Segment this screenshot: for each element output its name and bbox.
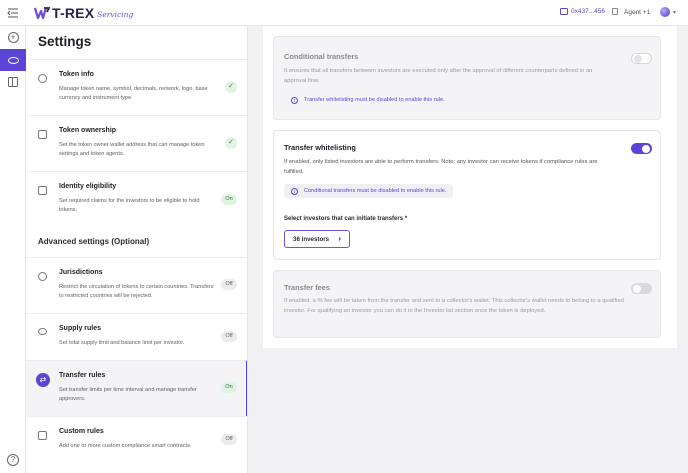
item-title: Supply rules [59, 325, 102, 332]
info-note: i Transfer whitelisting must be disabled… [284, 93, 452, 107]
wallet-icon [560, 8, 568, 15]
plus-circle-icon: + [7, 31, 19, 43]
status-badge: Off [221, 434, 237, 445]
settings-item-identity-eligibility[interactable]: Identity eligibility Set required claims… [26, 171, 247, 227]
item-desc: Add one or more custom compliance smart … [59, 443, 192, 449]
check-icon: ✓ [225, 81, 237, 93]
transfer-whitelisting-toggle[interactable] [631, 143, 652, 154]
card-desc: If enabled, a % fee will be taken from t… [284, 298, 624, 314]
top-bar: T-REX Servicing 0x437...456 Agent +1 ▾ [0, 0, 688, 26]
button-label: 36 investors [293, 235, 330, 243]
info-note: i Conditional transfers must be disabled… [284, 184, 454, 198]
settings-item-custom-rules[interactable]: Custom rules Add one or more custom comp… [26, 416, 247, 473]
status-badge: On [221, 194, 237, 205]
item-title: Custom rules [59, 428, 104, 435]
check-icon: ✓ [225, 137, 237, 149]
advanced-settings-heading: Advanced settings (Optional) [38, 237, 150, 246]
swap-arrows-icon: ⇄ [36, 373, 50, 387]
item-desc: Set transfer limits per time interval an… [59, 387, 197, 402]
item-title: Identity eligibility [59, 183, 117, 190]
wallet-address-text: 0x437...456 [571, 8, 605, 15]
gear-icon [38, 74, 47, 83]
info-icon: i [291, 187, 298, 195]
collapse-menu-icon[interactable] [6, 6, 20, 20]
coins-icon [38, 328, 47, 335]
item-desc: Restrict the circulation of tokens to ce… [59, 284, 214, 299]
conditional-transfers-card: Conditional transfers It ensures that al… [273, 36, 661, 120]
transfer-whitelisting-card: Transfer whitelisting If enabled, only l… [273, 130, 661, 260]
chevron-down-icon[interactable]: ▾ [673, 9, 676, 16]
left-rail: + ? [0, 26, 26, 473]
copy-icon[interactable] [612, 8, 618, 15]
settings-item-token-ownership[interactable]: Token ownership Set the token owner wall… [26, 115, 247, 171]
info-text: Conditional transfers must be disabled t… [304, 188, 447, 194]
card-title: Transfer fees [284, 283, 331, 292]
layout-icon [8, 77, 18, 87]
card-desc: It ensures that all transfers between in… [284, 68, 593, 84]
item-desc: Set required claims for the investors to… [59, 198, 200, 213]
rail-dashboard-button[interactable] [0, 71, 26, 93]
item-title: Transfer rules [59, 372, 106, 379]
item-desc: Manage token name, symbol, decimals, net… [59, 86, 208, 101]
brand-name: T-REX [52, 5, 95, 21]
id-card-icon [38, 130, 47, 139]
status-badge: Off [221, 279, 237, 290]
calendar-icon [38, 186, 47, 195]
conditional-transfers-toggle[interactable] [631, 53, 652, 64]
document-icon [38, 431, 47, 440]
field-label: Select investors that can initiate trans… [284, 216, 408, 222]
card-title: Conditional transfers [284, 52, 359, 61]
transfer-fees-card: Transfer fees If enabled, a % fee will b… [273, 270, 661, 338]
item-desc: Set the token owner wallet address that … [59, 142, 205, 157]
item-desc: Set total supply limit and balance limit… [59, 340, 185, 346]
help-icon[interactable]: ? [7, 454, 19, 466]
info-text: Transfer whitelisting must be disabled t… [304, 97, 445, 103]
item-title: Token info [59, 71, 94, 78]
transfer-fees-toggle[interactable] [631, 283, 652, 294]
toggle-knob [633, 54, 642, 63]
status-badge: On [221, 382, 237, 393]
toggle-knob [642, 144, 650, 153]
wallet-address[interactable]: 0x437...456 [560, 8, 605, 15]
rail-tokens-button[interactable] [0, 49, 26, 71]
toggle-knob [633, 284, 641, 293]
coins-icon [7, 56, 19, 64]
settings-item-jurisdictions[interactable]: Jurisdictions Restrict the circulation o… [26, 257, 247, 313]
info-icon: i [291, 96, 298, 104]
settings-item-transfer-rules[interactable]: ⇄ Transfer rules Set transfer limits per… [26, 360, 247, 416]
rail-add-button[interactable]: + [0, 26, 26, 48]
brand-logo[interactable]: T-REX Servicing [34, 5, 133, 21]
status-badge: Off [221, 331, 237, 342]
avatar[interactable] [660, 7, 670, 17]
chevron-right-icon: › [338, 234, 341, 243]
trex-logo-icon [34, 7, 50, 20]
settings-item-supply-rules[interactable]: Supply rules Set total supply limit and … [26, 313, 247, 360]
card-title: Transfer whitelisting [284, 143, 356, 152]
agent-label[interactable]: Agent +1 [624, 9, 650, 16]
select-investors-button[interactable]: 36 investors › [284, 230, 350, 248]
item-title: Token ownership [59, 127, 117, 134]
card-desc: If enabled, only listed investors are ab… [284, 159, 598, 175]
page-title: Settings [38, 34, 92, 49]
settings-panel: Settings Token info Manage token name, s… [26, 26, 248, 473]
settings-item-token-info[interactable]: Token info Manage token name, symbol, de… [26, 59, 247, 115]
location-pin-icon [38, 272, 47, 281]
transfer-rules-content: Conditional transfers It ensures that al… [263, 26, 677, 348]
brand-subtitle: Servicing [97, 10, 134, 19]
item-title: Jurisdictions [59, 269, 103, 276]
